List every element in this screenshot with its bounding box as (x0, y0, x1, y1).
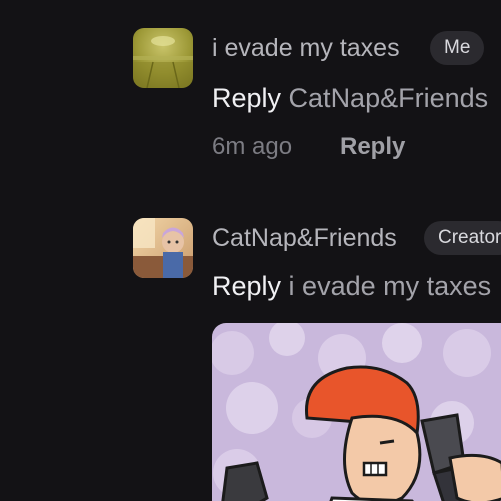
user-avatar[interactable] (133, 218, 193, 278)
comment-author[interactable]: i evade my taxes (212, 36, 400, 61)
cartoon-character-avatar-icon (133, 218, 193, 278)
comments-thread: i evade my taxes Me Reply CatNap&Friends… (0, 0, 501, 501)
reply-target-user[interactable]: CatNap&Friends (289, 83, 489, 113)
reply-context: Reply CatNap&Friends (212, 85, 488, 112)
comment-image-attachment[interactable] (212, 323, 501, 501)
reply-label: Reply (212, 271, 282, 301)
user-avatar[interactable] (133, 28, 193, 88)
creator-badge: Creator (424, 221, 501, 255)
reply-context: Reply i evade my taxes (212, 273, 491, 300)
yellow-room-avatar-icon (133, 28, 193, 88)
reply-label: Reply (212, 83, 282, 113)
comment-author[interactable]: CatNap&Friends (212, 226, 397, 251)
comment-timestamp: 6m ago (212, 133, 293, 160)
orange-haired-cartoon-with-gun-image-icon (212, 323, 501, 501)
me-badge: Me (430, 31, 485, 65)
reply-button[interactable]: Reply (340, 135, 405, 159)
reply-target-user[interactable]: i evade my taxes (289, 271, 492, 301)
